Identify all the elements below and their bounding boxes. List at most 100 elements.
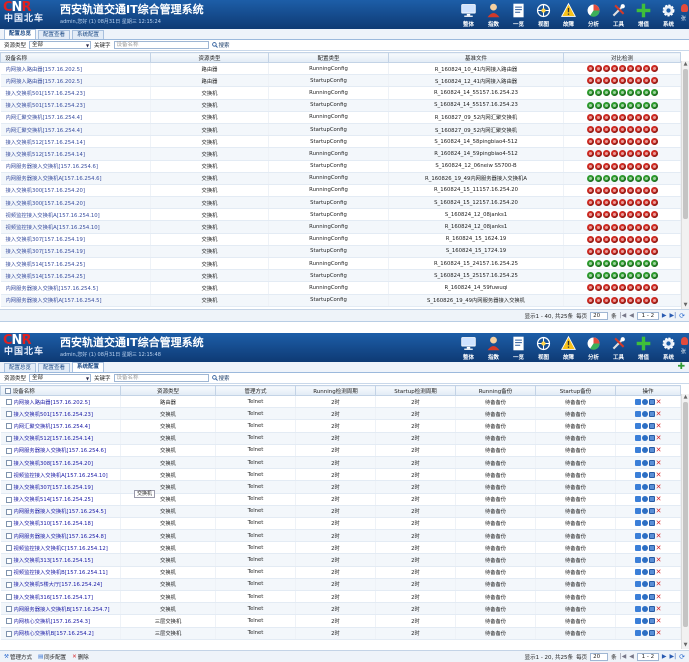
status-diff-icon[interactable] [650,223,658,231]
tab-config-overview[interactable]: 配置总览 [4,29,37,39]
baseline-file-cell[interactable]: S_160824_14_58pingbiao4-512 [388,135,564,149]
edit-icon[interactable] [634,617,641,624]
view-icon[interactable] [641,483,648,490]
baseline-file-cell[interactable]: S_160826_19_49内网服务器接入交换机 [388,294,564,307]
device-name-cell[interactable]: 接入交换机501[157.16.254.23] [0,99,151,112]
status-diff-icon[interactable] [650,113,658,121]
col-baseline-file[interactable]: 基准文件 [388,52,564,63]
last-page-icon[interactable]: ▶| [669,653,676,660]
status-diff-icon[interactable] [626,284,634,292]
status-ok-icon[interactable] [634,260,642,268]
status-diff-icon[interactable] [642,247,650,255]
table-row[interactable]: 内网服务器接入交换机[157.16.254.6] 交换机 Telnet 2时 2时 待备备… [0,444,681,457]
status-ok-icon[interactable] [650,260,658,268]
status-ok-icon[interactable] [610,260,618,268]
nav-chart-button[interactable]: 分析 [581,0,606,29]
per-page-select[interactable]: 20 [590,652,609,661]
status-diff-icon[interactable] [626,126,634,134]
edit-icon[interactable] [634,410,641,417]
edit-icon[interactable] [634,605,641,612]
delete-button[interactable]: ✕ 删除 [72,653,89,661]
delete-icon[interactable]: ✕ [656,483,662,490]
status-diff-icon[interactable] [586,247,594,255]
keyword-input[interactable]: 设备名称 [113,374,209,382]
col-compare-check[interactable]: 对比检测 [563,52,681,63]
status-diff-icon[interactable] [610,162,618,170]
status-diff-icon[interactable] [586,199,594,207]
next-page-icon[interactable]: ▶ [662,653,667,660]
view-icon[interactable] [641,471,648,478]
view-icon[interactable] [641,410,648,417]
nav-warning-button[interactable]: 故障 [556,333,581,362]
scroll-up-icon[interactable]: ▲ [682,394,689,401]
manage-method-button[interactable]: ⚒ 管理方式 [4,653,32,661]
status-ok-icon[interactable] [594,174,602,182]
device-name-cell[interactable]: 视频监控接入交换机C[157.16.254.12] [0,541,121,555]
table-row[interactable]: 接入交换机512[157.16.254.14] 交换机 Telnet 2时 2时 待备备份… [0,432,681,445]
compare-icon[interactable] [648,471,655,478]
col-manage-method[interactable]: 管理方式 [215,385,296,396]
view-icon[interactable] [641,459,648,466]
view-icon[interactable] [641,422,648,429]
status-diff-icon[interactable] [618,199,626,207]
device-name-text[interactable]: 内网核心交换机[157.16.254.3] [14,619,91,625]
status-diff-icon[interactable] [626,223,634,231]
status-ok-icon[interactable] [626,174,634,182]
row-checkbox[interactable] [5,606,12,613]
status-ok-icon[interactable] [594,89,602,97]
device-name-cell[interactable]: 接入交换机5楼大厅[157.16.254.24] [0,578,121,592]
status-ok-icon[interactable] [602,101,610,109]
table-row[interactable]: 接入交换机300[157.16.254.20] 交换机 RunningConfig R… [0,184,681,198]
table-row[interactable]: 接入交换机313[157.16.254.15] 交换机 Telnet 2时 2时 待备备份… [0,553,681,567]
compare-icon[interactable] [648,435,655,442]
status-diff-icon[interactable] [618,247,626,255]
compare-icon[interactable] [648,496,655,503]
status-diff-icon[interactable] [610,211,618,219]
status-diff-icon[interactable] [626,162,634,170]
table-row[interactable]: 内网汇聚交换机[157.16.254.4] 交换机 Telnet 2时 2时 待备备份 待备… [0,419,681,433]
status-diff-icon[interactable] [586,284,594,292]
device-name-cell[interactable]: 内网服务器接入交换机[157.16.254.8] [0,529,121,543]
status-ok-icon[interactable] [586,272,594,280]
edit-icon[interactable] [634,483,641,490]
table-row[interactable]: 接入交换机514[157.16.254.25] 交换机 Telnet 2时 2时 待备备份… [0,493,681,506]
status-ok-icon[interactable] [586,89,594,97]
baseline-file-cell[interactable]: R_160824_15_24157.16.254.25 [388,257,564,271]
compare-icon[interactable] [648,447,655,454]
status-diff-icon[interactable] [610,296,618,304]
status-diff-icon[interactable] [602,247,610,255]
compare-icon[interactable] [648,569,655,576]
baseline-file-cell[interactable]: S_160824_15_25157.16.254.25 [388,269,564,283]
status-diff-icon[interactable] [618,186,626,194]
status-diff-icon[interactable] [594,126,602,134]
device-name-text[interactable]: 接入交换机5楼大厅[157.16.254.24] [14,582,103,588]
status-diff-icon[interactable] [602,211,610,219]
tab-system-config[interactable]: 系统配置 [72,362,105,372]
device-name-cell[interactable]: 内网汇聚交换机[157.16.254.4] [0,123,151,137]
vertical-scrollbar[interactable]: ▲ ▼ [681,61,689,309]
status-diff-icon[interactable] [626,211,634,219]
status-diff-icon[interactable] [618,77,626,85]
device-name-text[interactable]: 接入交换机316[157.16.254.17] [14,595,93,601]
delete-icon[interactable]: ✕ [656,581,662,588]
status-diff-icon[interactable] [634,77,642,85]
status-diff-icon[interactable] [642,223,650,231]
first-page-icon[interactable]: |◀ [620,312,627,319]
status-ok-icon[interactable] [634,101,642,109]
status-diff-icon[interactable] [610,223,618,231]
status-ok-icon[interactable] [626,101,634,109]
device-name-text[interactable]: 内网核心交换机B[157.16.254.2] [14,631,94,637]
table-row[interactable]: 视频监控接入交换机A[157.16.254.10] 交换机 RunningConfi… [0,220,681,234]
device-name-cell[interactable]: 接入交换机512[157.16.254.14] [0,432,121,445]
row-checkbox[interactable] [5,520,12,527]
nav-tools-button[interactable]: 工具 [606,333,631,362]
nav-document-button[interactable]: 一览 [506,333,531,362]
view-icon[interactable] [641,630,648,637]
status-diff-icon[interactable] [650,65,658,73]
status-diff-icon[interactable] [642,126,650,134]
baseline-file-cell[interactable]: R_160824_15_11157.16.254.20 [388,184,564,198]
view-icon[interactable] [641,447,648,454]
status-diff-icon[interactable] [610,126,618,134]
delete-icon[interactable]: ✕ [656,557,662,564]
status-diff-icon[interactable] [602,65,610,73]
